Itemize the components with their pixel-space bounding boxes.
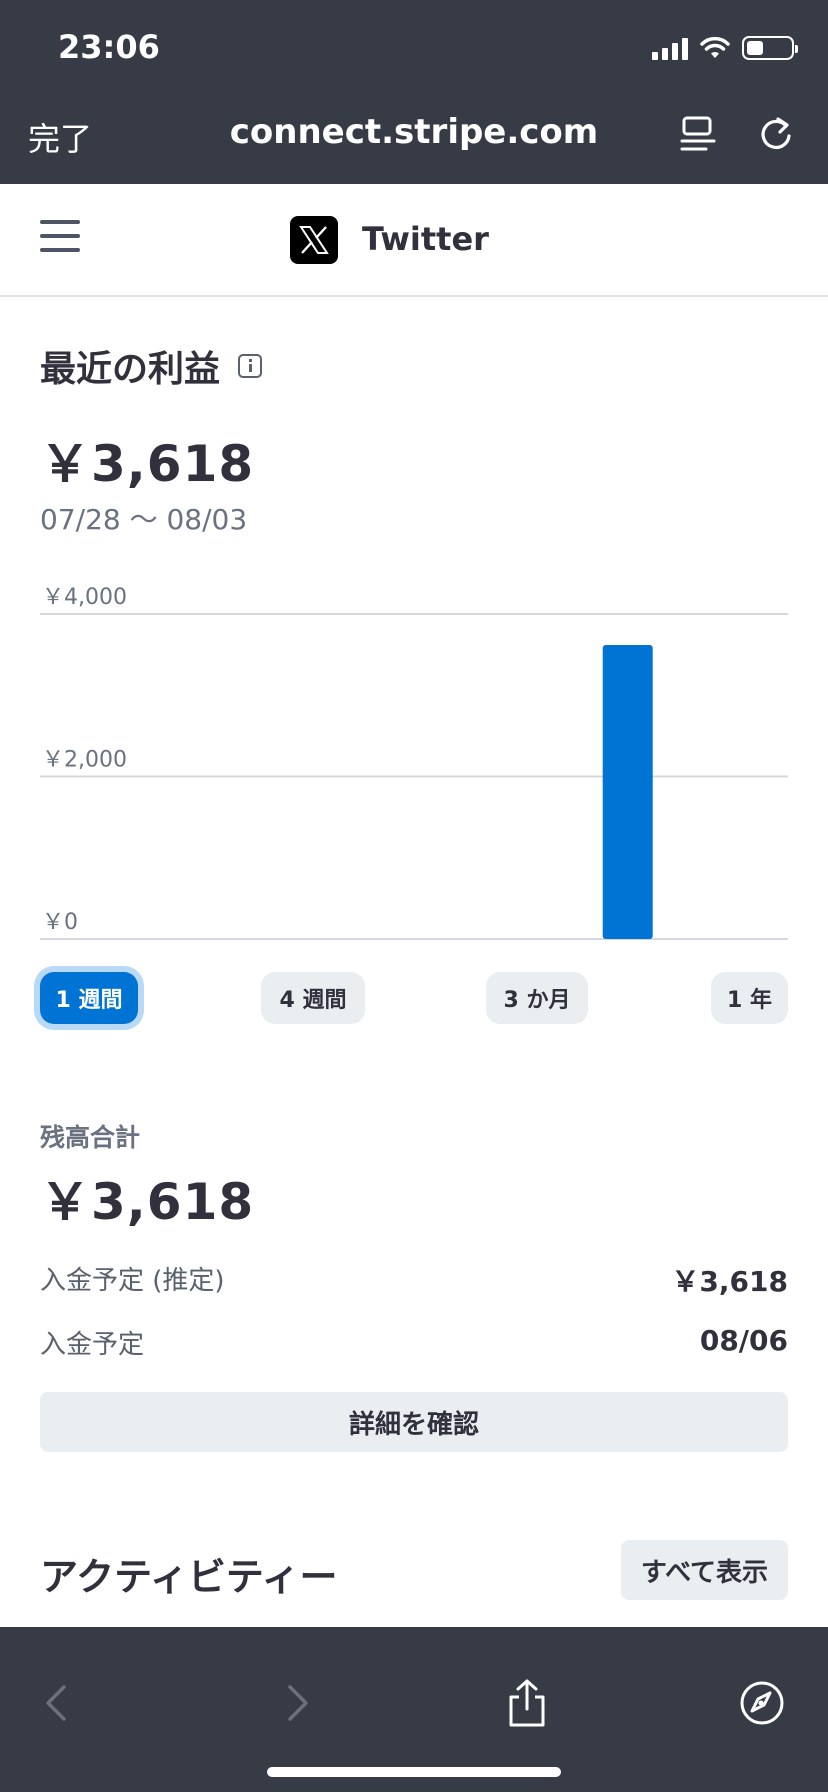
x-logo-icon	[290, 216, 338, 264]
status-icons	[652, 36, 798, 60]
chart-y-tick-label: ￥2,000	[42, 748, 127, 773]
battery-icon	[742, 36, 798, 60]
cellular-signal-icon	[652, 36, 688, 60]
range-tab-1-year[interactable]: 1 年	[711, 972, 788, 1024]
show-all-button[interactable]: すべて表示	[621, 1540, 788, 1600]
hamburger-menu-icon[interactable]	[40, 220, 80, 252]
balance-label: 残高合計	[40, 1123, 141, 1152]
payout-estimate-row: 入金予定 (推定) ￥3,618	[40, 1260, 788, 1300]
range-tab-4-weeks[interactable]: 4 週間	[261, 972, 365, 1024]
range-tabs: 1 週間 4 週間 3 か月 1 年	[40, 972, 788, 1024]
chart-bar[interactable]	[602, 645, 653, 939]
share-icon[interactable]	[503, 1679, 551, 1727]
payout-date-row: 入金予定 08/06	[40, 1324, 788, 1361]
wifi-icon	[700, 36, 730, 58]
reload-icon[interactable]	[756, 114, 796, 154]
payout-estimate-value: ￥3,618	[671, 1265, 788, 1298]
view-details-button[interactable]: 詳細を確認	[40, 1392, 788, 1452]
status-time: 23:06	[58, 28, 160, 66]
forward-icon[interactable]	[272, 1679, 320, 1727]
range-tab-1-week[interactable]: 1 週間	[40, 972, 138, 1024]
range-tab-3-months[interactable]: 3 か月	[486, 972, 588, 1024]
earnings-amount: ￥3,618	[40, 435, 255, 493]
account-name: Twitter	[362, 220, 489, 258]
compass-icon[interactable]	[738, 1679, 786, 1727]
browser-bottom-toolbar	[0, 1627, 828, 1792]
chart-y-tick-label: ￥0	[42, 910, 78, 935]
earnings-chart: ￥4,000 ￥2,000 ￥0	[0, 570, 828, 950]
earnings-chart-svg: ￥4,000 ￥2,000 ￥0	[40, 585, 788, 940]
payout-estimate-label: 入金予定 (推定)	[40, 1266, 225, 1296]
back-icon[interactable]	[34, 1679, 82, 1727]
earnings-section-title: 最近の利益	[40, 340, 263, 392]
reader-icon[interactable]	[678, 114, 718, 154]
chart-y-tick-label: ￥4,000	[42, 585, 127, 610]
payout-date-label: 入金予定	[40, 1330, 145, 1360]
earnings-title: 最近の利益	[40, 349, 221, 390]
browser-top-bar: 23:06 完了 connect.stripe.com	[0, 0, 828, 184]
balance-amount: ￥3,618	[40, 1173, 255, 1231]
app-header: Twitter	[0, 184, 828, 297]
info-icon[interactable]	[238, 354, 263, 378]
activity-title: アクティビティー	[40, 1555, 338, 1599]
payout-date-value: 08/06	[699, 1324, 788, 1357]
earnings-date-range: 07/28 〜 08/03	[40, 503, 248, 536]
home-indicator	[267, 1767, 561, 1777]
